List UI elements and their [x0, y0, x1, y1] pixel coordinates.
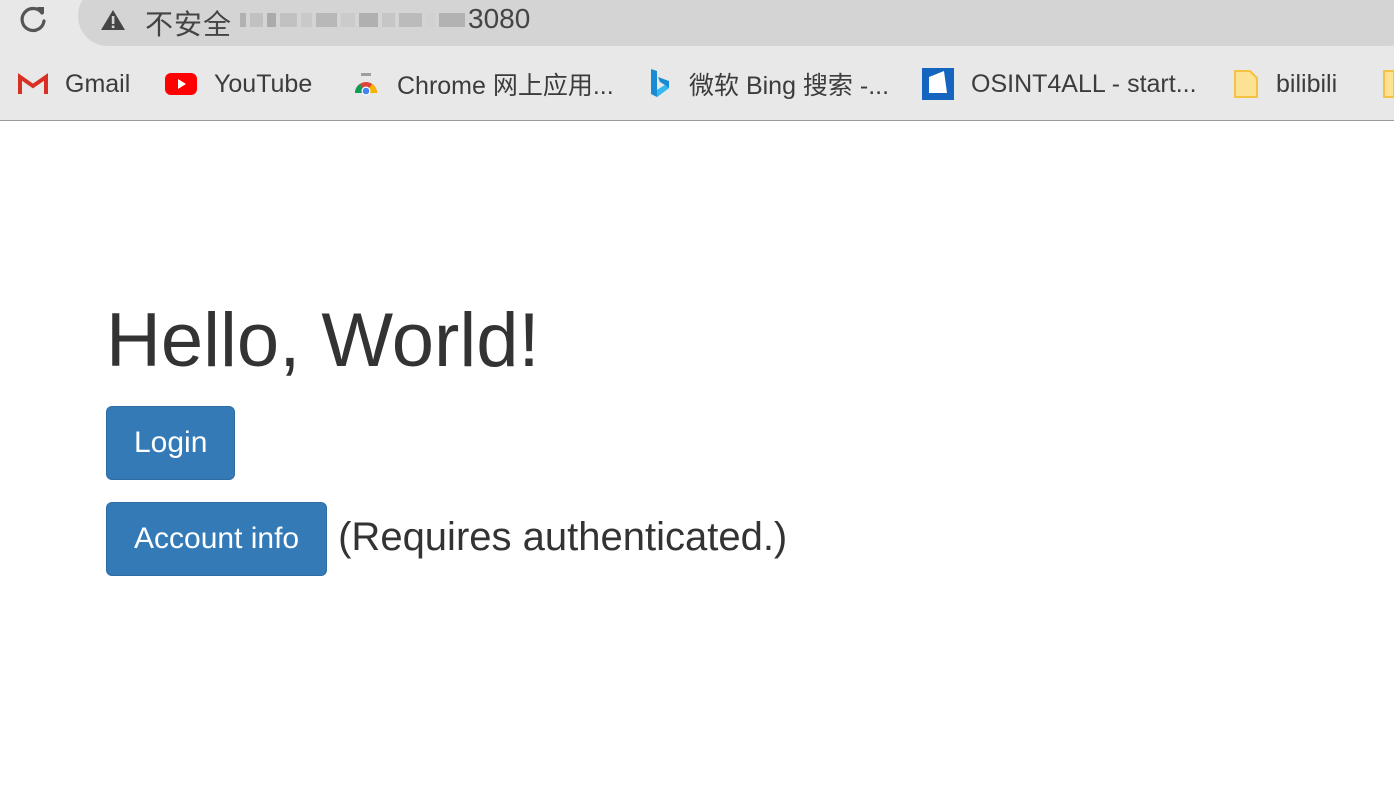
- gmail-icon: [18, 73, 48, 95]
- osint4all-icon: [922, 68, 954, 100]
- login-row: Login: [106, 406, 236, 480]
- bookmark-bilibili[interactable]: bilibili: [1233, 60, 1337, 108]
- account-info-button[interactable]: Account info: [106, 502, 328, 576]
- bookmark-label: OSINT4ALL - start...: [971, 69, 1197, 98]
- bookmark-chrome-web-store[interactable]: Chrome 网上应用...: [352, 60, 614, 108]
- bookmark-label: Gmail: [65, 69, 131, 98]
- auth-required-note: (Requires authenticated.): [338, 515, 788, 559]
- bookmark-overflow[interactable]: [1382, 60, 1394, 108]
- bookmark-gmail[interactable]: Gmail: [18, 60, 130, 108]
- reload-button[interactable]: [14, 2, 52, 36]
- bookmark-youtube[interactable]: YouTube: [165, 60, 312, 108]
- url-text: 3080: [468, 3, 531, 34]
- security-label: 不安全: [145, 8, 233, 41]
- browser-chrome: 不安全 3080 Gmail YouTube Chrome 网上应用... 微软…: [0, 0, 1394, 121]
- chrome-web-store-icon: [352, 71, 380, 97]
- bookmarks-bar: Gmail YouTube Chrome 网上应用... 微软 Bing 搜索 …: [0, 60, 1394, 108]
- bookmark-bing[interactable]: 微软 Bing 搜索 -...: [648, 60, 889, 108]
- page-content: Hello, World! Login Account info (Require…: [106, 296, 787, 576]
- bookmark-label: bilibili: [1276, 69, 1338, 98]
- url-redacted: [240, 8, 465, 32]
- bookmark-label: Chrome 网上应用...: [397, 72, 614, 100]
- reload-icon: [20, 6, 46, 33]
- folder-icon: [1233, 69, 1259, 99]
- youtube-icon: [165, 72, 197, 96]
- bookmark-osint4all[interactable]: OSINT4ALL - start...: [922, 60, 1197, 108]
- bookmark-label: YouTube: [214, 69, 313, 98]
- warning-icon: [101, 10, 125, 30]
- account-row: Account info (Requires authenticated.): [106, 502, 787, 576]
- login-button[interactable]: Login: [106, 406, 236, 480]
- bing-icon: [648, 68, 672, 100]
- folder-icon: [1382, 69, 1394, 99]
- bookmark-label: 微软 Bing 搜索 -...: [689, 72, 890, 100]
- page-title: Hello, World!: [106, 298, 540, 383]
